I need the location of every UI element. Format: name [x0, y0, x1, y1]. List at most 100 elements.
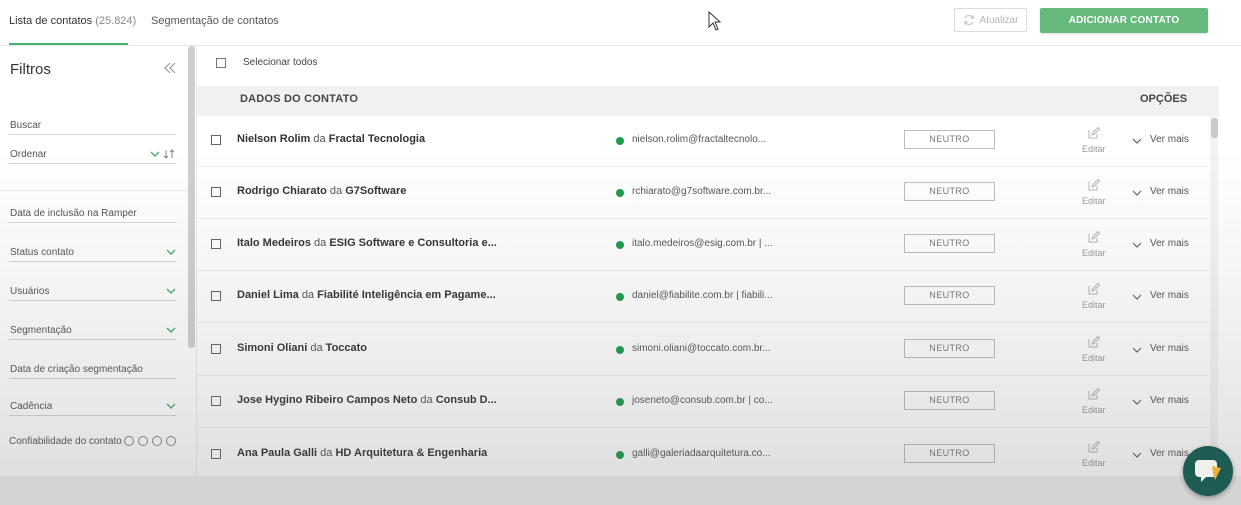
table-row[interactable]: Rodrigo Chiarato da G7Software rchiarato…	[198, 168, 1208, 219]
table-row[interactable]: Simoni Oliani da Toccato simoni.oliani@t…	[198, 325, 1208, 376]
contact-name-line[interactable]: Nielson Rolim da Fractal Tecnologia	[237, 133, 425, 145]
segmentation-select[interactable]: Segmentação	[9, 318, 176, 340]
contact-email: nielson.rolim@fractaltecnolo...	[632, 134, 767, 145]
status-badge[interactable]: NEUTRO	[904, 391, 995, 410]
contact-email: joseneto@consub.com.br | co...	[632, 395, 773, 406]
see-more-link[interactable]: Ver mais	[1150, 134, 1189, 145]
status-badge[interactable]: NEUTRO	[904, 234, 995, 253]
cadence-select[interactable]: Cadência	[9, 394, 176, 416]
list-scrollbar-thumb[interactable]	[1211, 118, 1218, 138]
sidebar-scrollbar[interactable]	[188, 46, 195, 348]
confidence-label: Confiabilidade do contato	[9, 436, 122, 447]
contact-count: (25.824)	[95, 15, 137, 27]
chevron-down-icon[interactable]	[1132, 347, 1142, 354]
confidence-circle[interactable]	[138, 436, 148, 446]
status-select[interactable]: Status contato	[9, 240, 176, 262]
contact-name-line[interactable]: Daniel Lima da Fiabilité Inteligência em…	[237, 289, 496, 301]
see-more-link[interactable]: Ver mais	[1150, 290, 1189, 301]
see-more-link[interactable]: Ver mais	[1150, 238, 1189, 249]
see-more-link[interactable]: Ver mais	[1150, 186, 1189, 197]
confidence-circle[interactable]	[152, 436, 162, 446]
edit-icon[interactable]	[1087, 440, 1101, 454]
add-contact-button[interactable]: ADICIONAR CONTATO	[1040, 8, 1208, 33]
edit-icon[interactable]	[1087, 230, 1101, 244]
confidence-circle[interactable]	[166, 436, 176, 446]
confidence-circle[interactable]	[124, 436, 134, 446]
collapse-sidebar-icon[interactable]	[163, 62, 177, 74]
contact-name: Ana Paula Galli	[237, 447, 318, 459]
see-more-link[interactable]: Ver mais	[1150, 448, 1189, 459]
status-badge[interactable]: NEUTRO	[904, 130, 995, 149]
active-tab-indicator	[9, 43, 128, 45]
segmentation-date-field[interactable]: Data de criação segmentação	[9, 357, 176, 379]
refresh-button[interactable]: Atualizar	[954, 8, 1027, 32]
contact-name-line[interactable]: Rodrigo Chiarato da G7Software	[237, 185, 406, 197]
confidence-rating[interactable]	[124, 436, 176, 446]
row-checkbox[interactable]	[211, 449, 221, 459]
date-inclusion-label: Data de inclusão na Ramper	[10, 208, 137, 219]
see-more-link[interactable]: Ver mais	[1150, 343, 1189, 354]
contact-name-line[interactable]: Jose Hygino Ribeiro Campos Neto da Consu…	[237, 394, 497, 406]
table-row[interactable]: Nielson Rolim da Fractal Tecnologia niel…	[198, 116, 1208, 167]
company-name: Fractal Tecnologia	[328, 133, 426, 145]
chevron-down-icon[interactable]	[1132, 452, 1142, 459]
see-more-link[interactable]: Ver mais	[1150, 395, 1189, 406]
row-checkbox[interactable]	[211, 344, 221, 354]
chevron-down-icon[interactable]	[1132, 242, 1142, 249]
row-checkbox[interactable]	[211, 135, 221, 145]
select-all-checkbox[interactable]	[216, 58, 226, 68]
edit-label[interactable]: Editar	[1082, 353, 1106, 363]
table-row[interactable]: Ana Paula Galli da HD Arquitetura & Enge…	[198, 430, 1208, 481]
edit-label[interactable]: Editar	[1082, 458, 1106, 468]
chevron-down-icon[interactable]	[1132, 294, 1142, 301]
sort-order-icon[interactable]	[163, 148, 175, 160]
row-checkbox[interactable]	[211, 396, 221, 406]
cadence-label: Cadência	[10, 401, 53, 412]
edit-label[interactable]: Editar	[1082, 300, 1106, 310]
connector-word: da	[310, 342, 323, 354]
tab-contact-list[interactable]: Lista de contatos (25.824)	[9, 0, 136, 46]
row-checkbox[interactable]	[211, 291, 221, 301]
status-badge[interactable]: NEUTRO	[904, 339, 995, 358]
company-name: Fiabilité Inteligência em Pagame...	[317, 289, 496, 301]
edit-label[interactable]: Editar	[1082, 248, 1106, 258]
tab-segmentation[interactable]: Segmentação de contatos	[151, 0, 279, 46]
edit-icon[interactable]	[1087, 126, 1101, 140]
chevron-down-icon	[150, 151, 160, 157]
chat-widget-button[interactable]	[1183, 446, 1233, 496]
chevron-down-icon[interactable]	[1132, 138, 1142, 145]
company-name: Toccato	[325, 342, 368, 354]
email-status-dot	[616, 293, 624, 301]
table-row[interactable]: Jose Hygino Ribeiro Campos Neto da Consu…	[198, 377, 1208, 428]
edit-icon[interactable]	[1087, 387, 1101, 401]
chevron-down-icon[interactable]	[1132, 190, 1142, 197]
chevron-down-icon[interactable]	[1132, 399, 1142, 406]
contact-name-line[interactable]: Italo Medeiros da ESIG Software e Consul…	[237, 237, 497, 249]
table-row[interactable]: Italo Medeiros da ESIG Software e Consul…	[198, 220, 1208, 271]
contact-name: Italo Medeiros	[237, 237, 311, 249]
contact-name-line[interactable]: Simoni Oliani da Toccato	[237, 342, 367, 354]
edit-label[interactable]: Editar	[1082, 405, 1106, 415]
edit-icon[interactable]	[1087, 335, 1101, 349]
edit-icon[interactable]	[1087, 282, 1101, 296]
filters-title: Filtros	[10, 61, 51, 78]
email-status-dot	[616, 241, 624, 249]
status-badge[interactable]: NEUTRO	[904, 182, 995, 201]
users-select[interactable]: Usuários	[9, 279, 176, 301]
order-select[interactable]: Ordenar	[9, 142, 176, 164]
row-checkbox[interactable]	[211, 239, 221, 249]
status-badge[interactable]: NEUTRO	[904, 286, 995, 305]
contact-name-line[interactable]: Ana Paula Galli da HD Arquitetura & Enge…	[237, 447, 487, 459]
company-name: G7Software	[345, 185, 407, 197]
refresh-label: Atualizar	[979, 14, 1019, 26]
edit-icon[interactable]	[1087, 178, 1101, 192]
edit-label[interactable]: Editar	[1082, 196, 1106, 206]
chat-icon	[1195, 460, 1221, 482]
edit-label[interactable]: Editar	[1082, 144, 1106, 154]
list-scrollbar-track[interactable]	[1210, 116, 1218, 476]
search-input[interactable]: Buscar	[9, 113, 176, 135]
row-checkbox[interactable]	[211, 187, 221, 197]
date-inclusion-field[interactable]: Data de inclusão na Ramper	[9, 201, 176, 223]
status-badge[interactable]: NEUTRO	[904, 444, 995, 463]
table-row[interactable]: Daniel Lima da Fiabilité Inteligência em…	[198, 272, 1208, 323]
